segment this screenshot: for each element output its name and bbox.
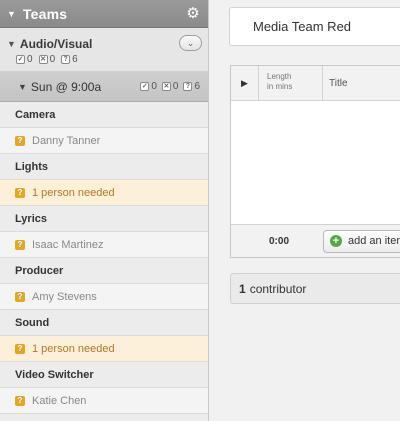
position-sound[interactable]: Sound bbox=[0, 310, 208, 336]
position-name: Lyrics bbox=[15, 212, 48, 225]
declined-count: 0 bbox=[49, 54, 56, 65]
triangle-down-icon[interactable]: ▼ bbox=[18, 82, 27, 92]
schedule-body bbox=[231, 101, 400, 224]
contributor-label: contributor bbox=[249, 281, 307, 296]
gear-icon[interactable]: ⚙ bbox=[184, 5, 202, 23]
x-icon: ✕ bbox=[161, 82, 171, 91]
person-row[interactable]: ? Amy Stevens bbox=[0, 284, 208, 310]
person-needed-label: 1 person needed bbox=[32, 342, 115, 355]
position-lights[interactable]: Lights bbox=[0, 154, 208, 180]
person-row[interactable]: ? Katie Chen bbox=[0, 388, 208, 414]
team-name: Media Team Red bbox=[253, 19, 352, 34]
confirmed-count: 0 bbox=[151, 81, 157, 92]
position-row-partial bbox=[0, 414, 208, 421]
column-length-line2: in mins bbox=[267, 82, 293, 91]
total-time: 0:00 bbox=[268, 235, 289, 247]
teams-sidebar: ▼ Teams ⚙ ▼ Audio/Visual ⌄ ✓ 0 ✕ 0 ? 6 ▼ Su… bbox=[0, 0, 209, 421]
person-needed-row[interactable]: ? 1 person needed bbox=[0, 180, 208, 206]
person-name: Isaac Martinez bbox=[32, 238, 104, 251]
position-producer[interactable]: Producer bbox=[0, 258, 208, 284]
schedule-header: ▶ Length in mins Title bbox=[231, 66, 400, 101]
team-section-title: Audio/Visual bbox=[19, 37, 93, 51]
position-name: Camera bbox=[15, 108, 56, 121]
question-icon: ? bbox=[15, 135, 25, 146]
contributors-summary[interactable]: 1 contributor bbox=[230, 273, 400, 304]
chevron-down-icon[interactable]: ⌄ bbox=[179, 35, 202, 51]
confirmed-count: 0 bbox=[27, 54, 33, 65]
check-icon: ✓ bbox=[140, 82, 150, 91]
person-row[interactable]: ? Danny Tanner bbox=[0, 128, 208, 154]
question-icon: ? bbox=[15, 395, 25, 406]
position-name: Producer bbox=[15, 264, 64, 277]
column-title-label: Title bbox=[329, 77, 348, 89]
question-icon: ? bbox=[15, 291, 25, 302]
schedule-footer: 0:00 + add an item bbox=[231, 224, 400, 257]
person-name: Danny Tanner bbox=[32, 134, 101, 147]
play-icon[interactable]: ▶ bbox=[231, 66, 259, 100]
add-item-button[interactable]: + add an item bbox=[323, 229, 400, 253]
person-needed-row[interactable]: ? 1 person needed bbox=[0, 336, 208, 362]
position-name: Lights bbox=[15, 160, 48, 173]
column-length-line1: Length bbox=[267, 72, 292, 81]
position-video-switcher[interactable]: Video Switcher bbox=[0, 362, 208, 388]
unconfirmed-count: 6 bbox=[72, 54, 78, 65]
teams-title: Teams bbox=[22, 5, 68, 22]
question-icon: ? bbox=[61, 55, 71, 64]
schedule-table: ▶ Length in mins Title 0:00 + add an ite… bbox=[230, 65, 400, 258]
position-name: Sound bbox=[15, 316, 50, 329]
column-title[interactable]: Title bbox=[323, 66, 400, 100]
team-name-field[interactable]: Media Team Red bbox=[229, 7, 400, 46]
declined-count: 0 bbox=[172, 81, 179, 92]
position-name: Video Switcher bbox=[15, 368, 94, 381]
service-time-row[interactable]: ▼ Sun @ 9:00a ✓ 0 ✕ 0 ? 6 bbox=[0, 72, 208, 102]
question-icon: ? bbox=[15, 343, 25, 354]
teams-header[interactable]: ▼ Teams ⚙ bbox=[0, 0, 208, 28]
person-row[interactable]: ? Isaac Martinez bbox=[0, 232, 208, 258]
question-icon: ? bbox=[183, 82, 193, 91]
position-camera[interactable]: Camera bbox=[0, 102, 208, 128]
service-time-label: Sun @ 9:00a bbox=[30, 79, 102, 94]
team-section-audio-visual[interactable]: ▼ Audio/Visual ⌄ ✓ 0 ✕ 0 ? 6 bbox=[0, 28, 208, 72]
person-name: Amy Stevens bbox=[32, 290, 97, 303]
triangle-down-icon[interactable]: ▼ bbox=[7, 9, 16, 19]
contributor-count: 1 bbox=[239, 281, 246, 296]
triangle-down-icon[interactable]: ▼ bbox=[7, 39, 16, 49]
time-status-counts: ✓ 0 ✕ 0 ? 6 bbox=[140, 81, 200, 92]
add-item-label: add an item bbox=[348, 235, 400, 247]
position-lyrics[interactable]: Lyrics bbox=[0, 206, 208, 232]
section-status-counts: ✓ 0 ✕ 0 ? 6 bbox=[7, 54, 202, 65]
plus-icon: + bbox=[330, 235, 342, 247]
unconfirmed-count: 6 bbox=[194, 81, 200, 92]
column-length[interactable]: Length in mins bbox=[259, 66, 323, 100]
person-name: Katie Chen bbox=[32, 394, 87, 407]
person-needed-label: 1 person needed bbox=[32, 186, 115, 199]
x-icon: ✕ bbox=[38, 55, 48, 64]
question-icon: ? bbox=[15, 239, 25, 250]
check-icon: ✓ bbox=[16, 55, 25, 64]
question-icon: ? bbox=[15, 187, 25, 198]
